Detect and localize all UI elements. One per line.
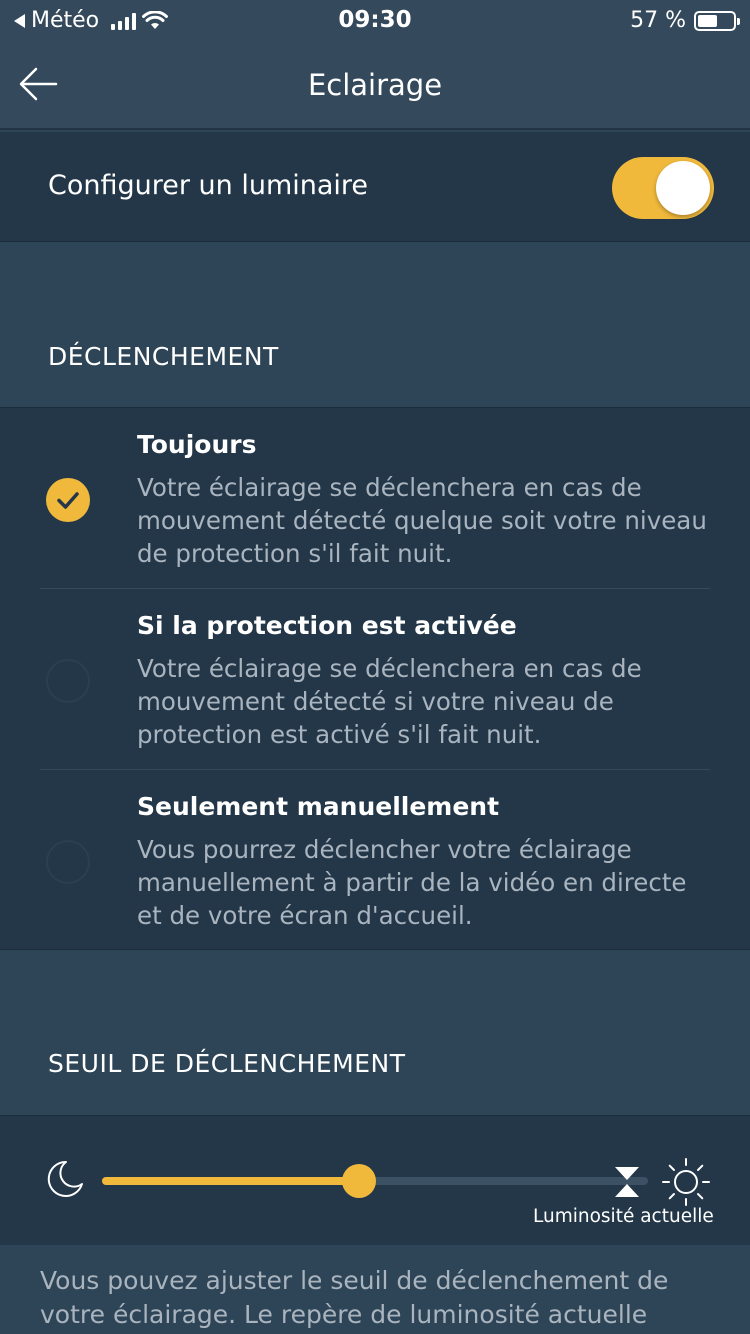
trigger-section-header: DÉCLENCHEMENT [48, 342, 279, 371]
option-description: Vous pourrez déclencher votre éclairage … [137, 835, 687, 930]
radio-unchecked-icon[interactable] [46, 659, 90, 703]
configure-light-toggle[interactable] [612, 157, 714, 219]
battery-icon [694, 10, 740, 31]
status-bar-right: 57 % [630, 8, 740, 33]
radio-unchecked-icon[interactable] [46, 840, 90, 884]
threshold-help-text: Vous pouvez ajuster le seuil de déclench… [40, 1266, 669, 1329]
option-title: Seulement manuellement [137, 792, 500, 821]
option-description: Votre éclairage se déclenchera en cas de… [137, 654, 642, 749]
threshold-slider-thumb[interactable] [342, 1164, 376, 1198]
current-brightness-marker-icon [615, 1167, 639, 1197]
page-title: Eclairage [307, 68, 443, 102]
trigger-option-always[interactable]: Toujours Votre éclairage se déclenchera … [0, 408, 750, 589]
current-brightness-label: Luminosité actuelle [533, 1206, 714, 1227]
threshold-section-header: SEUIL DE DÉCLENCHEMENT [48, 1049, 406, 1078]
radio-checked-icon[interactable] [46, 478, 90, 522]
sun-icon [662, 1158, 710, 1206]
trigger-option-manual[interactable]: Seulement manuellement Vous pourrez décl… [0, 770, 750, 951]
option-description: Votre éclairage se déclenchera en cas de… [137, 473, 707, 568]
battery-percentage: 57 % [630, 8, 686, 33]
trigger-options-list: Toujours Votre éclairage se déclenchera … [0, 407, 750, 950]
configure-light-row: Configurer un luminaire [0, 132, 750, 242]
navigation-bar: Eclairage [0, 40, 750, 130]
option-title: Toujours [137, 430, 257, 459]
threshold-slider-fill [102, 1177, 359, 1185]
status-bar: Météo 09:30 57 % [0, 0, 750, 40]
threshold-slider-row: Luminosité actuelle [0, 1115, 750, 1245]
moon-icon [47, 1160, 83, 1197]
configure-light-label: Configurer un luminaire [48, 170, 369, 201]
toggle-knob [656, 161, 710, 215]
trigger-option-if-protection[interactable]: Si la protection est activée Votre éclai… [0, 589, 750, 770]
option-title: Si la protection est activée [137, 611, 517, 640]
